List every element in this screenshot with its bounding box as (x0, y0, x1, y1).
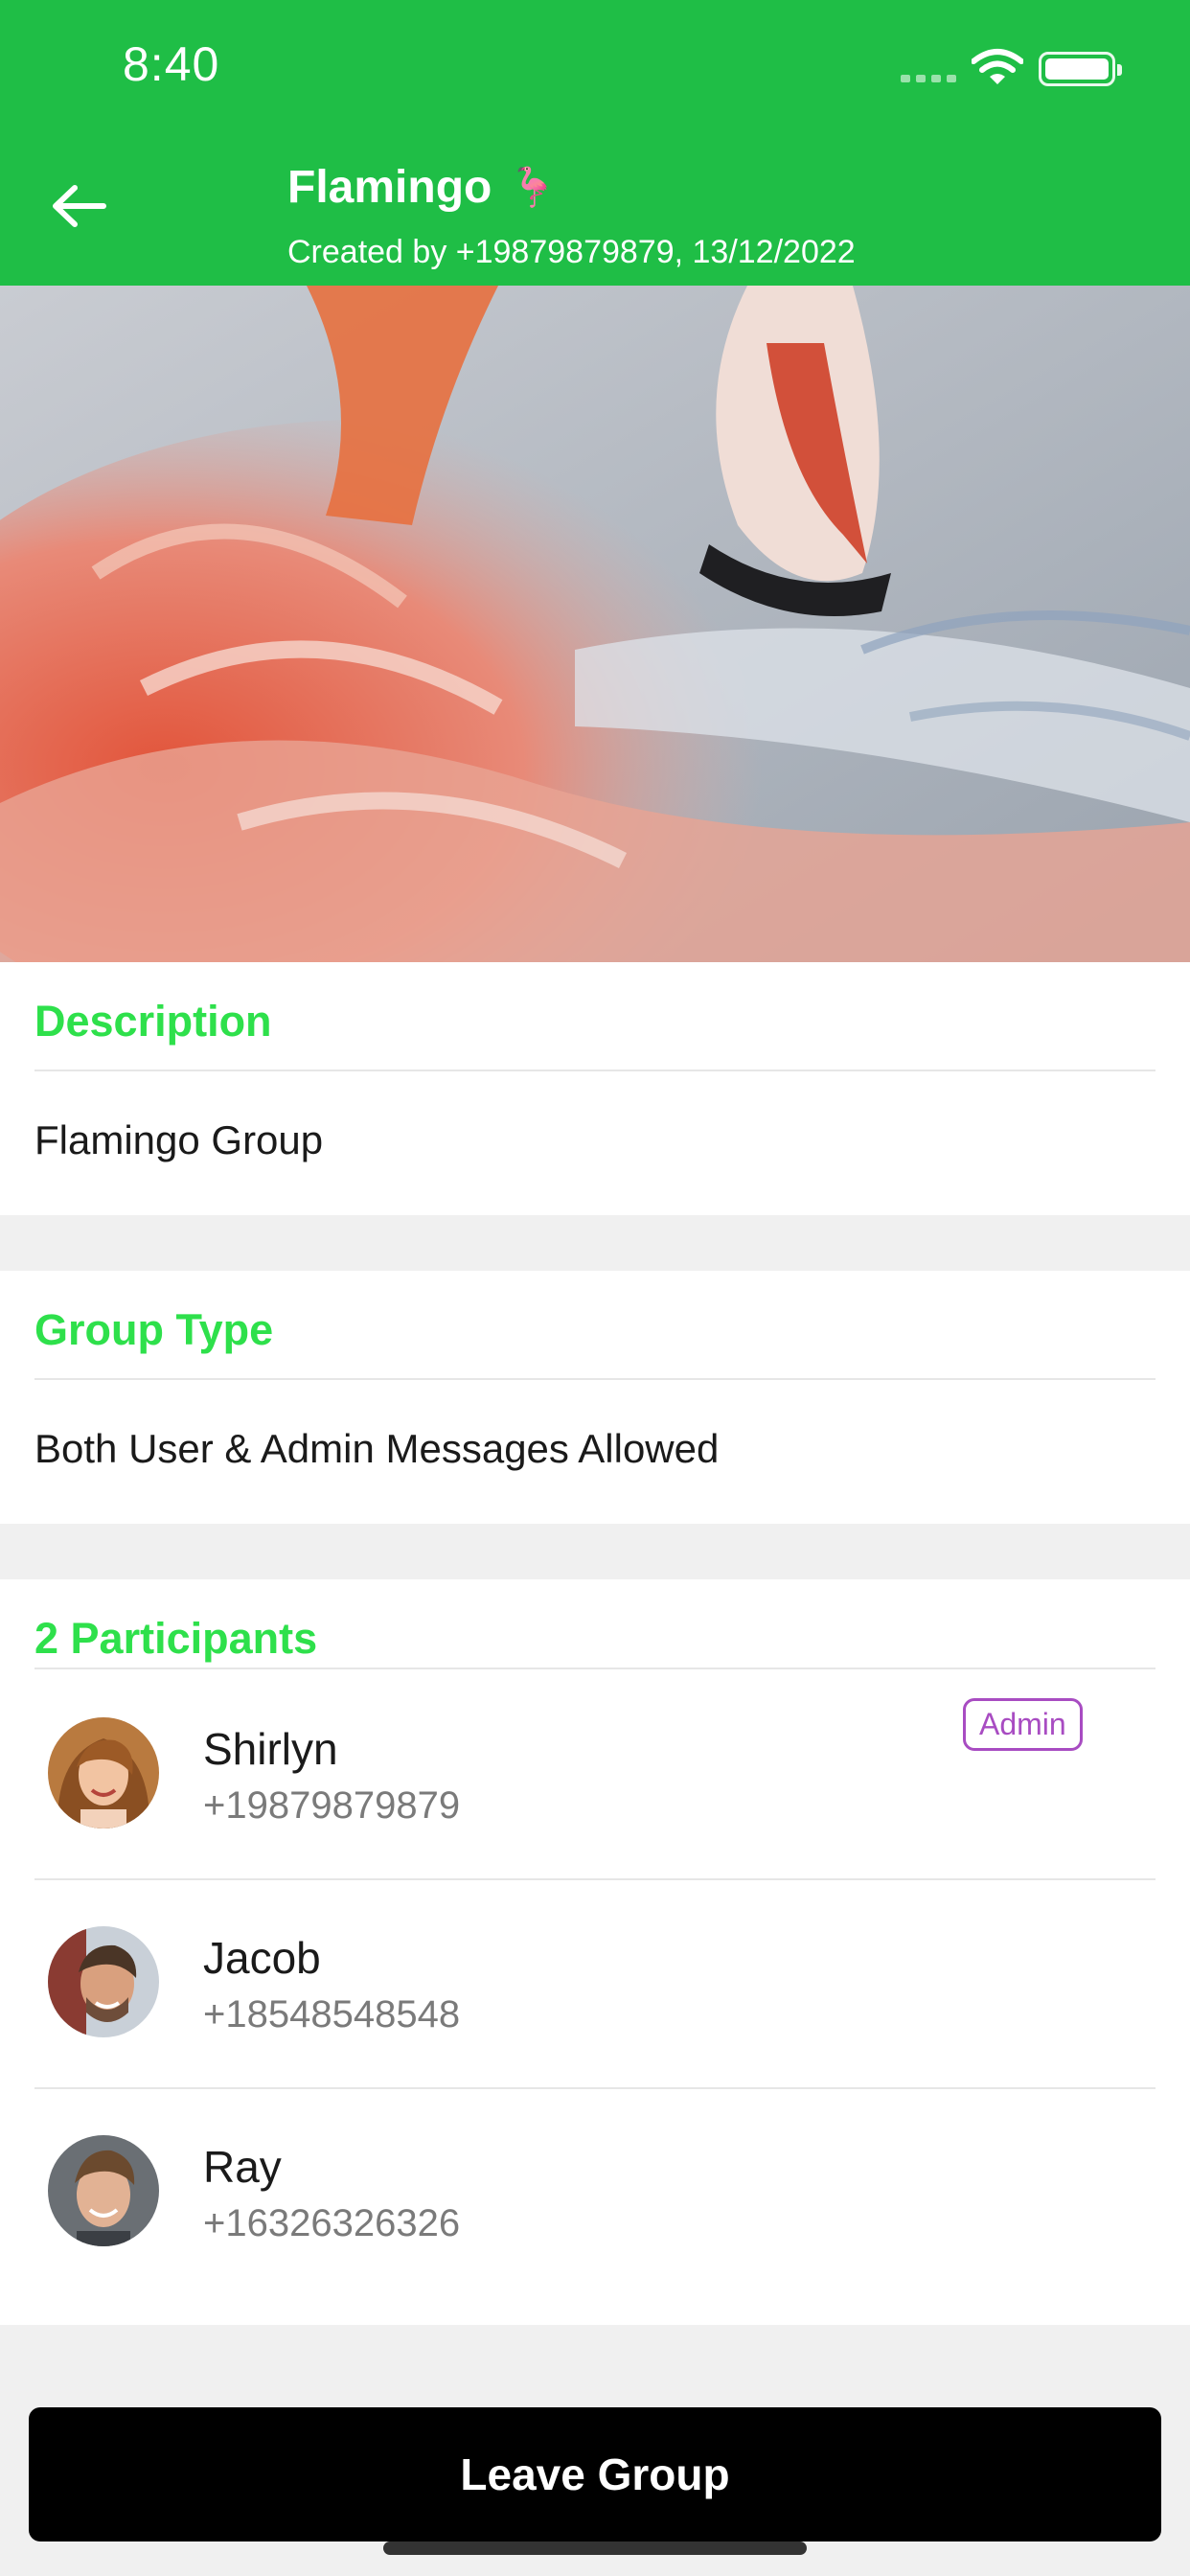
page-subtitle: Created by +19879879879, 13/12/2022 (287, 234, 856, 270)
participant-row[interactable]: Ray +16326326326 (0, 2087, 1190, 2296)
cellular-signal-icon (901, 75, 956, 82)
participant-row[interactable]: Shirlyn +19879879879 Admin (0, 1669, 1190, 1878)
app-header: 8:40 Flamingo 🦩 Created by +19879879879,… (0, 0, 1190, 286)
description-heading: Description (34, 997, 272, 1046)
description-card: Description Flamingo Group (0, 962, 1190, 1215)
page-title: Flamingo 🦩 (287, 161, 557, 214)
admin-badge: Admin (963, 1698, 1083, 1751)
back-arrow-icon[interactable] (50, 182, 107, 230)
participant-phone: +18548548548 (203, 1993, 461, 2036)
wifi-icon (972, 49, 1023, 84)
group-type-text: Both User & Admin Messages Allowed (34, 1426, 720, 1471)
avatar (48, 1926, 159, 2037)
group-type-card: Group Type Both User & Admin Messages Al… (0, 1271, 1190, 1524)
home-indicator (383, 2542, 807, 2555)
avatar (48, 2135, 159, 2246)
participants-card: 2 Participants Shirlyn +19879879879 Admi… (0, 1579, 1190, 2325)
description-text: Flamingo Group (34, 1117, 324, 1162)
leave-group-button[interactable]: Leave Group (29, 2407, 1161, 2542)
participant-name: Shirlyn (203, 1724, 338, 1774)
participant-row[interactable]: Jacob +18548548548 (0, 1878, 1190, 2087)
participants-heading: 2 Participants (34, 1614, 318, 1663)
group-type-heading: Group Type (34, 1305, 274, 1354)
participant-name: Jacob (203, 1933, 321, 1983)
group-cover-image (0, 286, 1190, 962)
participant-phone: +19879879879 (203, 1784, 461, 1827)
group-name: Flamingo (287, 162, 492, 213)
participant-name: Ray (203, 2142, 282, 2192)
battery-icon (1039, 52, 1122, 86)
status-time: 8:40 (123, 37, 220, 91)
avatar (48, 1717, 159, 1828)
flamingo-emoji: 🦩 (509, 167, 558, 209)
divider (34, 1070, 1156, 1071)
divider (34, 1378, 1156, 1380)
participant-phone: +16326326326 (203, 2202, 461, 2244)
